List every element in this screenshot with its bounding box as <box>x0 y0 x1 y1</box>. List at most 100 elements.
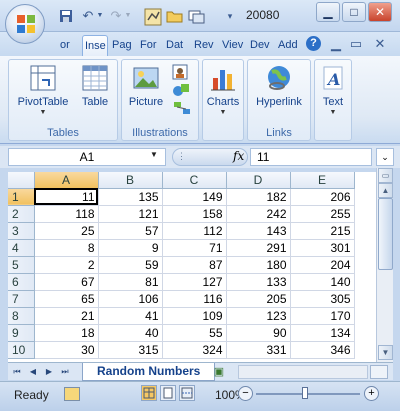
last-sheet-icon[interactable]: ⏭ <box>58 365 72 379</box>
window-icon[interactable] <box>188 8 205 24</box>
tab-view[interactable]: Viev <box>220 35 246 56</box>
cell[interactable]: 143 <box>226 222 291 240</box>
cell[interactable]: 182 <box>226 188 291 206</box>
horizontal-scrollbar[interactable] <box>238 365 368 379</box>
cell[interactable]: 116 <box>162 290 227 308</box>
pivottable-button[interactable]: PivotTable ▼ <box>13 62 73 117</box>
cell[interactable]: 134 <box>290 324 355 342</box>
page-break-view-button[interactable] <box>179 385 195 401</box>
sheet-tab-random-numbers[interactable]: Random Numbers <box>82 363 216 381</box>
cell[interactable]: 8 <box>34 239 99 257</box>
tab-review[interactable]: Rev <box>192 35 218 56</box>
office-button[interactable] <box>5 4 45 44</box>
tab-formulas[interactable]: For <box>138 35 162 56</box>
cell[interactable]: 109 <box>162 307 227 325</box>
open-icon[interactable] <box>166 8 183 24</box>
cell[interactable]: 30 <box>34 341 99 359</box>
macro-recording-icon[interactable] <box>64 387 80 401</box>
zoom-out-button[interactable]: − <box>238 386 253 401</box>
cell[interactable]: 127 <box>162 273 227 291</box>
cell[interactable]: 11 <box>34 188 99 206</box>
tab-developer[interactable]: Dev <box>248 35 274 56</box>
column-header-a[interactable]: A <box>34 172 99 189</box>
cell[interactable]: 291 <box>226 239 291 257</box>
row-header[interactable]: 3 <box>8 222 35 240</box>
cell[interactable]: 112 <box>162 222 227 240</box>
tab-add-ins[interactable]: Add <box>276 35 302 56</box>
row-header[interactable]: 7 <box>8 290 35 308</box>
cell[interactable]: 301 <box>290 239 355 257</box>
scroll-up-icon[interactable]: ▲ <box>378 183 393 198</box>
cell[interactable]: 90 <box>226 324 291 342</box>
tab-page-layout[interactable]: Pag <box>110 35 136 56</box>
clipart-button[interactable] <box>170 64 190 83</box>
row-header[interactable]: 2 <box>8 205 35 223</box>
shapes-button[interactable] <box>170 82 194 101</box>
cell[interactable]: 87 <box>162 256 227 274</box>
cell[interactable]: 170 <box>290 307 355 325</box>
cell[interactable]: 331 <box>226 341 291 359</box>
scroll-down-icon[interactable]: ▼ <box>378 345 393 360</box>
cell[interactable]: 140 <box>290 273 355 291</box>
split-handle-icon[interactable]: ▭ <box>378 168 393 183</box>
cell[interactable]: 121 <box>98 205 163 223</box>
charts-button[interactable]: Charts ▼ <box>204 62 242 117</box>
cell[interactable]: 55 <box>162 324 227 342</box>
cell[interactable]: 71 <box>162 239 227 257</box>
row-header[interactable]: 1 <box>8 188 35 206</box>
cell[interactable]: 180 <box>226 256 291 274</box>
name-box[interactable]: A1 <box>8 148 166 166</box>
cell[interactable]: 346 <box>290 341 355 359</box>
cell[interactable]: 9 <box>98 239 163 257</box>
cell[interactable]: 133 <box>226 273 291 291</box>
split-handle-icon[interactable] <box>370 365 388 379</box>
scroll-thumb[interactable] <box>378 198 393 270</box>
help-icon[interactable]: ? <box>306 36 321 51</box>
cell[interactable]: 242 <box>226 205 291 223</box>
cell[interactable]: 41 <box>98 307 163 325</box>
cell[interactable]: 57 <box>98 222 163 240</box>
toolbar-icon[interactable] <box>144 8 162 26</box>
vertical-scrollbar[interactable]: ▭ ▲ ▼ <box>376 168 393 362</box>
separator-handle-icon[interactable]: ⋮ <box>177 151 186 162</box>
column-header-c[interactable]: C <box>162 172 227 189</box>
cell[interactable]: 135 <box>98 188 163 206</box>
close-button[interactable]: ✕ <box>368 2 392 22</box>
column-header-e[interactable]: E <box>290 172 355 189</box>
cell[interactable]: 149 <box>162 188 227 206</box>
cell[interactable]: 81 <box>98 273 163 291</box>
cell[interactable]: 2 <box>34 256 99 274</box>
text-button[interactable]: A Text ▼ <box>316 62 350 117</box>
formula-input[interactable]: 11 <box>250 148 372 166</box>
cell[interactable]: 255 <box>290 205 355 223</box>
picture-button[interactable]: Picture <box>126 62 166 109</box>
row-header[interactable]: 5 <box>8 256 35 274</box>
zoom-slider-thumb[interactable] <box>302 387 308 399</box>
cell[interactable]: 25 <box>34 222 99 240</box>
table-button[interactable]: Table <box>75 62 115 109</box>
next-sheet-icon[interactable]: ▶ <box>42 365 56 379</box>
previous-sheet-icon[interactable]: ◀ <box>26 365 40 379</box>
insert-function-button[interactable]: fx <box>233 149 244 163</box>
undo-dropdown-icon[interactable]: ▼ <box>92 8 108 24</box>
cell[interactable]: 18 <box>34 324 99 342</box>
zoom-slider[interactable] <box>256 393 360 395</box>
ribbon-restore-icon[interactable]: ▭ <box>348 36 364 52</box>
page-layout-view-button[interactable] <box>160 385 176 401</box>
cell[interactable]: 305 <box>290 290 355 308</box>
cell[interactable]: 118 <box>34 205 99 223</box>
ribbon-minimize-icon[interactable]: ▁ <box>328 36 344 52</box>
insert-sheet-icon[interactable]: ▣ <box>208 364 230 380</box>
first-sheet-icon[interactable]: ⏮ <box>10 365 24 379</box>
row-header[interactable]: 6 <box>8 273 35 291</box>
hyperlink-button[interactable]: Hyperlink <box>250 62 308 109</box>
chevron-down-icon[interactable]: ▼ <box>150 150 158 159</box>
tab-insert[interactable]: Inse <box>82 35 108 56</box>
row-header[interactable]: 4 <box>8 239 35 257</box>
cell[interactable]: 67 <box>34 273 99 291</box>
zoom-in-button[interactable]: + <box>364 386 379 401</box>
cell[interactable]: 158 <box>162 205 227 223</box>
cell[interactable]: 315 <box>98 341 163 359</box>
row-header[interactable]: 8 <box>8 307 35 325</box>
cell[interactable]: 215 <box>290 222 355 240</box>
